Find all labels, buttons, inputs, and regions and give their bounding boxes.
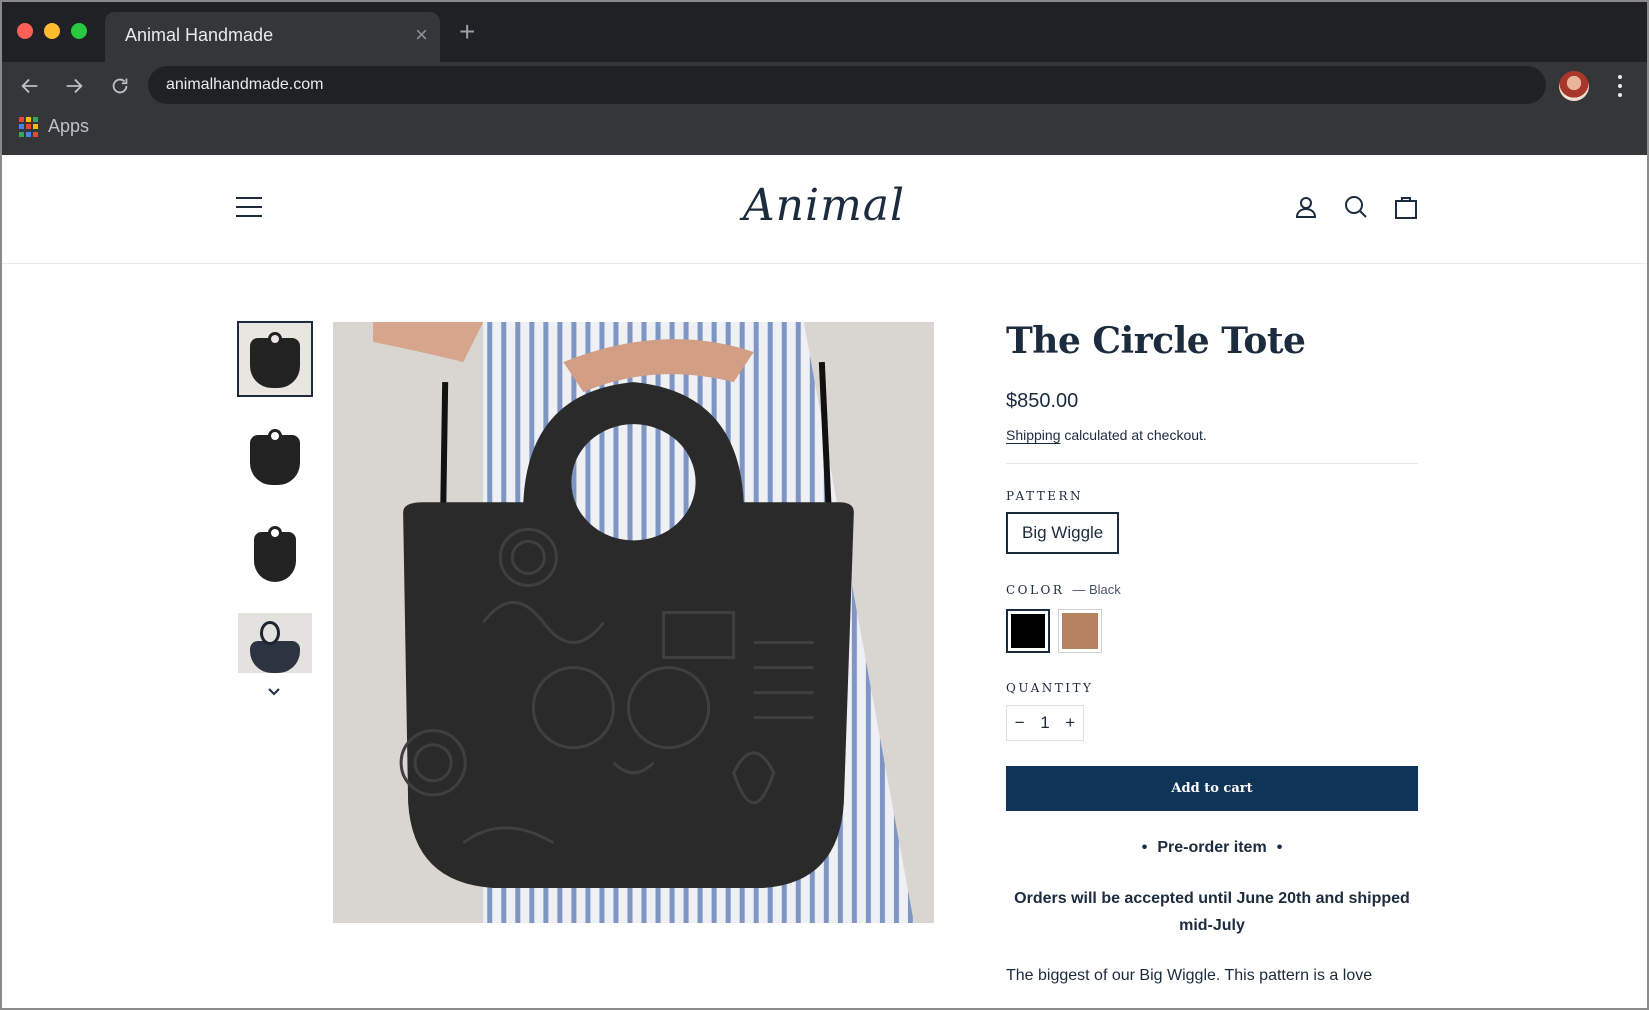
product-title: The Circle Tote <box>1006 320 1306 362</box>
color-swatch-tan[interactable] <box>1058 609 1102 653</box>
tab-close-icon[interactable]: × <box>415 24 428 46</box>
account-icon[interactable] <box>1292 193 1320 221</box>
maximize-window-button[interactable] <box>71 23 87 39</box>
close-window-button[interactable] <box>17 23 33 39</box>
browser-menu-icon[interactable] <box>1614 72 1626 100</box>
quantity-value[interactable]: 1 <box>1040 713 1049 733</box>
preorder-bullet-left: • <box>1141 839 1148 856</box>
shipping-note: Shipping calculated at checkout. <box>1006 427 1418 443</box>
divider <box>1006 463 1418 464</box>
quantity-decrease-button[interactable]: − <box>1015 713 1025 733</box>
browser-window: Animal Handmade × + animalhandmade.com A… <box>2 2 1647 1008</box>
thumbnail-3[interactable] <box>238 516 312 590</box>
reload-button[interactable] <box>104 70 136 102</box>
pattern-option-big-wiggle[interactable]: Big Wiggle <box>1006 512 1120 554</box>
browser-tab[interactable]: Animal Handmade × <box>105 12 440 62</box>
search-icon[interactable] <box>1342 193 1370 221</box>
quantity-stepper: − 1 + <box>1006 705 1084 741</box>
site-header: Animal <box>2 155 1647 264</box>
preorder-badge: • Pre-order item • <box>1006 839 1418 857</box>
forward-arrow-icon <box>66 78 83 94</box>
preorder-text: Pre-order item <box>1157 839 1267 856</box>
thumbnail-4[interactable] <box>238 613 312 673</box>
browser-titlebar: Animal Handmade × + <box>2 2 1647 62</box>
shipping-note-text: calculated at checkout. <box>1060 427 1207 443</box>
apps-bookmark[interactable]: Apps <box>48 116 89 137</box>
thumbnail-2[interactable] <box>238 419 312 493</box>
preorder-note: Orders will be accepted until June 20th … <box>1006 885 1418 939</box>
forward-button[interactable] <box>58 70 90 102</box>
product-main-image[interactable] <box>333 322 934 923</box>
cart-icon[interactable] <box>1392 193 1420 221</box>
address-bar[interactable]: animalhandmade.com <box>148 66 1546 104</box>
color-label: COLOR — Black <box>1006 582 1418 597</box>
thumbnail-1[interactable] <box>237 321 313 397</box>
shipping-link[interactable]: Shipping <box>1006 427 1061 443</box>
add-to-cart-button[interactable]: Add to cart <box>1006 766 1418 811</box>
quantity-increase-button[interactable]: + <box>1065 713 1075 733</box>
preorder-note-line-2: mid-July <box>1179 917 1245 934</box>
profile-avatar[interactable] <box>1559 71 1589 101</box>
tab-title: Animal Handmade <box>125 25 274 45</box>
color-swatches <box>1006 609 1418 653</box>
product-info: The Circle Tote $850.00 Shipping calcula… <box>1006 320 1418 985</box>
tote-bag-photo <box>333 322 934 923</box>
product-price: $850.00 <box>1006 390 1079 412</box>
apps-grid-icon[interactable] <box>19 117 39 137</box>
product-thumbnails <box>237 321 313 696</box>
minimize-window-button[interactable] <box>44 23 60 39</box>
preorder-bullet-right: • <box>1276 839 1283 856</box>
color-swatch-black[interactable] <box>1006 609 1050 653</box>
quantity-label: QUANTITY <box>1006 681 1094 695</box>
color-label-text: COLOR <box>1006 583 1065 597</box>
pattern-label: PATTERN <box>1006 489 1084 503</box>
web-page: Animal The Circle Tote $850.00 Shipping … <box>2 155 1647 1008</box>
new-tab-button[interactable]: + <box>459 18 475 46</box>
menu-icon[interactable] <box>236 197 262 217</box>
back-button[interactable] <box>14 70 46 102</box>
site-logo[interactable]: Animal <box>734 180 914 232</box>
back-arrow-icon <box>21 78 38 94</box>
bookmarks-bar: Apps <box>2 110 1647 155</box>
reload-icon <box>112 78 128 94</box>
product-description: The biggest of our Big Wiggle. This patt… <box>1006 967 1373 984</box>
thumbnails-chevron-down-icon[interactable] <box>264 685 284 699</box>
url-text: animalhandmade.com <box>166 76 324 93</box>
preorder-note-line-1: Orders will be accepted until June 20th … <box>1014 890 1410 907</box>
browser-toolbar: animalhandmade.com <box>2 62 1647 110</box>
color-selected-text: — Black <box>1072 582 1121 597</box>
